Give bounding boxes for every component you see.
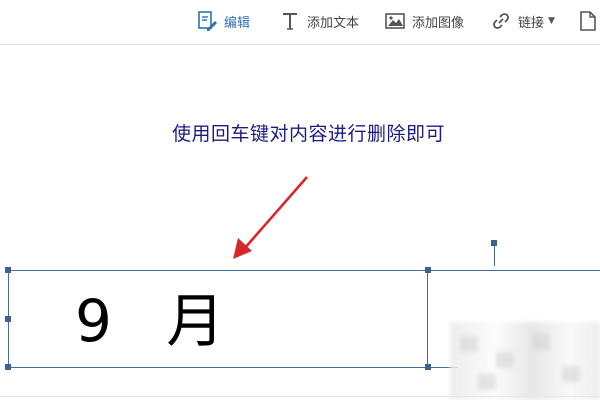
- add-image-label: 添加图像: [412, 15, 465, 31]
- link-label: 链接: [518, 15, 545, 31]
- add-text-label: 添加文本: [307, 15, 360, 31]
- link-dropdown-button[interactable]: 链接 ▼: [490, 8, 555, 34]
- blurred-region: [450, 322, 600, 400]
- edit-label: 编辑: [224, 15, 251, 31]
- image-icon: [384, 10, 406, 32]
- edit-document-icon: [196, 10, 218, 32]
- add-image-button[interactable]: 添加图像: [384, 8, 464, 34]
- text-box-top-edge: [428, 270, 600, 271]
- add-text-button[interactable]: 添加文本: [279, 8, 359, 34]
- text-box-content[interactable]: 9 月: [75, 283, 242, 359]
- toolbar: 编辑 添加文本 添加图像 链接 ▼: [0, 0, 600, 45]
- text-t-icon: [279, 10, 301, 32]
- rotate-handle[interactable]: [491, 240, 497, 246]
- resize-handle-middle-left[interactable]: [5, 316, 11, 322]
- resize-handle-bottom-middle[interactable]: [425, 364, 431, 370]
- chain-link-icon: [490, 10, 512, 32]
- edit-button[interactable]: 编辑: [196, 8, 250, 34]
- annotation-text: 使用回车键对内容进行删除即可: [172, 123, 446, 145]
- document-icon: [577, 10, 599, 32]
- chevron-down-icon: ▼: [548, 16, 555, 26]
- pdf-editor-page: 编辑 添加文本 添加图像 链接 ▼ 使用回车键对内容进行删除即可 9 月: [0, 0, 600, 400]
- resize-handle-top-left[interactable]: [5, 267, 11, 273]
- document-tool-button[interactable]: [577, 8, 600, 34]
- resize-handle-top-middle[interactable]: [425, 267, 431, 273]
- resize-handle-bottom-left[interactable]: [5, 364, 11, 370]
- rotate-handle-line: [494, 246, 495, 266]
- page-divider: [0, 396, 600, 397]
